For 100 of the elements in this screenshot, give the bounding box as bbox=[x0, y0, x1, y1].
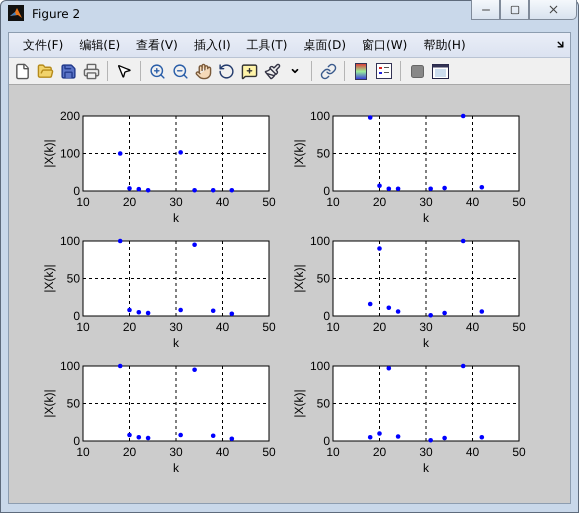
x-tick-label: 30 bbox=[169, 320, 183, 334]
y-tick-label: 100 bbox=[60, 359, 80, 373]
data-point bbox=[480, 309, 484, 314]
data-point bbox=[428, 186, 433, 192]
x-tick-label: 50 bbox=[262, 195, 276, 209]
data-point bbox=[192, 188, 197, 193]
menu-item[interactable]: 窗口(W) bbox=[354, 36, 416, 54]
x-tick-label: 10 bbox=[76, 195, 90, 209]
menu-item[interactable]: 插入(I) bbox=[186, 36, 239, 54]
x-tick-label: 50 bbox=[262, 445, 276, 459]
data-point bbox=[428, 312, 433, 318]
y-axis-label: |X(k)| bbox=[42, 264, 56, 293]
x-tick-label: 10 bbox=[326, 320, 340, 334]
data-point bbox=[210, 308, 216, 314]
data-point bbox=[146, 188, 150, 193]
y-tick-label: 50 bbox=[316, 396, 330, 410]
y-tick-label: 0 bbox=[323, 434, 330, 448]
y-axis-label: |X(k)| bbox=[292, 389, 306, 418]
x-tick-label: 50 bbox=[262, 320, 276, 334]
y-tick-label: 100 bbox=[310, 359, 330, 373]
x-tick-label: 30 bbox=[169, 445, 183, 459]
x-tick-label: 10 bbox=[76, 445, 90, 459]
x-axis-label: k bbox=[173, 461, 179, 475]
data-point bbox=[178, 432, 183, 438]
maximize-button[interactable] bbox=[500, 0, 529, 20]
data-point bbox=[146, 436, 150, 440]
x-tick-label: 50 bbox=[512, 195, 526, 209]
data-point bbox=[386, 186, 392, 192]
close-icon bbox=[546, 3, 560, 16]
x-axis-label: k bbox=[423, 336, 429, 350]
x-tick-label: 20 bbox=[122, 445, 136, 459]
data-point bbox=[460, 114, 466, 118]
data-point bbox=[368, 434, 372, 440]
data-point bbox=[118, 151, 122, 156]
x-axis-label: k bbox=[173, 211, 179, 225]
x-axis-label: k bbox=[173, 336, 179, 350]
menu-item[interactable]: 文件(F) bbox=[15, 36, 72, 54]
y-tick-label: 50 bbox=[316, 146, 330, 160]
brush-icon[interactable] bbox=[262, 61, 282, 81]
x-tick-label: 20 bbox=[372, 195, 386, 209]
menu-item[interactable]: 帮助(H) bbox=[415, 36, 474, 54]
data-point bbox=[442, 186, 447, 190]
y-tick-label: 100 bbox=[310, 234, 330, 248]
data-point bbox=[136, 434, 142, 440]
menu-item[interactable]: 查看(V) bbox=[128, 36, 186, 54]
x-tick-label: 40 bbox=[216, 445, 230, 459]
menu-item[interactable]: 工具(T) bbox=[238, 36, 296, 54]
x-tick-label: 40 bbox=[466, 445, 480, 459]
data-point bbox=[136, 186, 142, 192]
x-axis-label: k bbox=[423, 211, 429, 225]
x-tick-label: 20 bbox=[122, 320, 136, 334]
data-point bbox=[386, 366, 392, 371]
y-tick-label: 100 bbox=[60, 234, 80, 248]
data-point bbox=[428, 438, 433, 443]
link-icon[interactable] bbox=[318, 61, 338, 81]
data-point bbox=[210, 188, 216, 193]
data-point bbox=[480, 184, 484, 190]
menu-item[interactable]: 桌面(D) bbox=[295, 36, 354, 54]
data-point bbox=[442, 310, 447, 316]
y-tick-label: 0 bbox=[73, 184, 80, 198]
x-tick-label: 40 bbox=[216, 195, 230, 209]
data-point bbox=[192, 242, 197, 248]
x-tick-label: 20 bbox=[122, 195, 136, 209]
window-title: Figure 2 bbox=[32, 7, 80, 21]
x-tick-label: 30 bbox=[419, 320, 433, 334]
data-point bbox=[368, 115, 372, 120]
window-icon[interactable] bbox=[430, 61, 450, 81]
data-point bbox=[136, 310, 142, 315]
y-tick-label: 50 bbox=[66, 396, 80, 410]
data-point bbox=[480, 434, 484, 440]
legend-icon[interactable] bbox=[374, 61, 394, 81]
data-point bbox=[442, 436, 447, 440]
printer-icon[interactable] bbox=[81, 61, 101, 81]
y-tick-label: 0 bbox=[323, 184, 330, 198]
data-point bbox=[118, 238, 122, 244]
menu-item[interactable]: 编辑(E) bbox=[71, 36, 128, 54]
logo-icon bbox=[8, 5, 24, 21]
x-tick-label: 10 bbox=[326, 445, 340, 459]
y-tick-label: 0 bbox=[323, 309, 330, 323]
y-tick-label: 200 bbox=[60, 109, 80, 123]
x-tick-label: 30 bbox=[419, 445, 433, 459]
y-tick-label: 50 bbox=[66, 272, 80, 286]
y-axis-label: |X(k)| bbox=[42, 139, 56, 168]
data-point bbox=[396, 309, 400, 314]
data-point bbox=[377, 183, 382, 188]
data-point bbox=[127, 432, 132, 438]
y-tick-label: 0 bbox=[73, 434, 80, 448]
y-axis-label: |X(k)| bbox=[292, 264, 306, 293]
x-tick-label: 40 bbox=[466, 195, 480, 209]
data-point bbox=[230, 188, 234, 193]
x-tick-label: 20 bbox=[372, 320, 386, 334]
x-tick-label: 40 bbox=[216, 320, 230, 334]
x-tick-label: 20 bbox=[372, 445, 386, 459]
data-point bbox=[178, 150, 183, 155]
x-tick-label: 10 bbox=[76, 320, 90, 334]
dock-arrow-icon[interactable] bbox=[555, 39, 566, 50]
x-tick-label: 10 bbox=[326, 195, 340, 209]
data-point bbox=[396, 186, 400, 192]
hand-icon[interactable] bbox=[193, 61, 213, 81]
data-point bbox=[178, 308, 183, 312]
